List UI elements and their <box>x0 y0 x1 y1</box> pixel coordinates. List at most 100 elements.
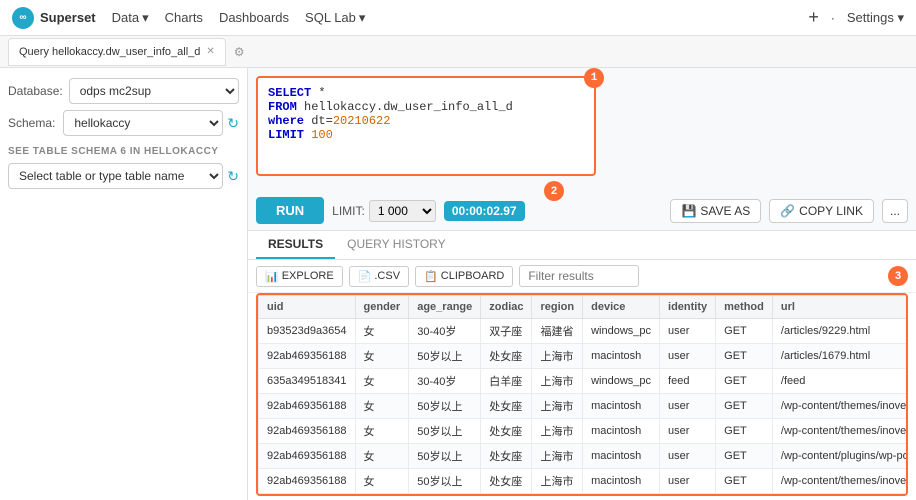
table-cell-0-1: 女 <box>355 319 409 344</box>
table-cell-6-1: 女 <box>355 469 409 494</box>
table-cell-5-0: 92ab469356188 <box>259 444 356 469</box>
table-col-url: url <box>772 296 906 319</box>
logo-text: Superset <box>40 10 96 25</box>
csv-icon: 📄 <box>358 270 372 283</box>
query-tab[interactable]: Query hellokaccy.dw_user_info_all_d ✕ <box>8 38 226 66</box>
tab-label: Query hellokaccy.dw_user_info_all_d <box>19 46 200 58</box>
table-row: 92ab469356188女50岁以上处女座上海市macintoshuserGE… <box>259 469 907 494</box>
table-cell-1-2: 50岁以上 <box>409 344 481 369</box>
table-cell-1-3: 处女座 <box>481 344 532 369</box>
limit-select[interactable]: 1 000 10 000 <box>369 200 436 222</box>
table-cell-1-6: user <box>660 344 716 369</box>
table-cell-1-5: macintosh <box>583 344 660 369</box>
copy-link-button[interactable]: 🔗 COPY LINK <box>769 199 874 223</box>
clipboard-icon: 📋 <box>424 270 438 283</box>
table-cell-3-1: 女 <box>355 394 409 419</box>
table-refresh-icon[interactable]: ↻ <box>227 168 239 185</box>
results-table-outline: uidgenderage_rangezodiacregiondeviceiden… <box>256 293 908 496</box>
more-button[interactable]: ... <box>882 199 908 223</box>
table-cell-3-8: /wp-content/themes/inove/style.css <box>772 394 906 419</box>
csv-button[interactable]: 📄 .CSV <box>349 266 409 287</box>
table-cell-2-8: /feed <box>772 369 906 394</box>
table-cell-3-0: 92ab469356188 <box>259 394 356 419</box>
chevron-down-icon: ▾ <box>142 10 149 26</box>
step-badge-3: 3 <box>888 266 908 286</box>
table-cell-0-6: user <box>660 319 716 344</box>
table-row: 92ab469356188女50岁以上处女座上海市macintoshuserGE… <box>259 444 907 469</box>
save-icon: 💾 <box>681 204 696 218</box>
run-button[interactable]: RUN <box>256 197 324 224</box>
table-row: b93523d9a3654女30-40岁双子座福建省windows_pcuser… <box>259 319 907 344</box>
sql-editor[interactable]: SELECT * FROM hellokaccy.dw_user_info_al… <box>256 76 596 176</box>
table-cell-4-6: user <box>660 419 716 444</box>
table-cell-3-5: macintosh <box>583 394 660 419</box>
table-select[interactable]: Select table or type table name <box>8 163 223 189</box>
table-col-age_range: age_range <box>409 296 481 319</box>
table-cell-7-4: 上海市 <box>532 494 583 497</box>
nav-charts[interactable]: Charts <box>165 10 203 25</box>
table-cell-0-8: /articles/9229.html <box>772 319 906 344</box>
explore-button[interactable]: 📊 EXPLORE <box>256 266 343 287</box>
table-col-gender: gender <box>355 296 409 319</box>
chevron-down-icon: ▾ <box>897 10 904 25</box>
step-badge-2: 2 <box>544 181 564 201</box>
schema-refresh-icon[interactable]: ↻ <box>227 115 239 132</box>
db-label: Database: <box>8 84 63 98</box>
table-cell-5-6: user <box>660 444 716 469</box>
tab-gear-icon[interactable]: ⚙ <box>234 45 245 59</box>
table-cell-5-2: 50岁以上 <box>409 444 481 469</box>
table-cell-1-4: 上海市 <box>532 344 583 369</box>
chevron-down-icon: ▾ <box>359 10 366 26</box>
table-cell-2-2: 30-40岁 <box>409 369 481 394</box>
table-cell-7-3: 处女座 <box>481 494 532 497</box>
table-cell-4-8: /wp-content/themes/inove/chinese.css <box>772 419 906 444</box>
table-cell-2-7: GET <box>716 369 773 394</box>
nav-sqllab[interactable]: SQL Lab ▾ <box>305 10 365 26</box>
table-cell-6-6: user <box>660 469 716 494</box>
table-cell-6-2: 50岁以上 <box>409 469 481 494</box>
chart-icon: 📊 <box>265 270 279 283</box>
table-cell-2-6: feed <box>660 369 716 394</box>
step-badge-1: 1 <box>584 68 604 88</box>
nav-dashboards[interactable]: Dashboards <box>219 10 289 25</box>
table-col-method: method <box>716 296 773 319</box>
table-cell-6-8: /wp-content/themes/inove/pagenavi-css.c.… <box>772 469 906 494</box>
table-cell-4-0: 92ab469356188 <box>259 419 356 444</box>
table-cell-0-3: 双子座 <box>481 319 532 344</box>
tab-close-icon[interactable]: ✕ <box>206 46 214 57</box>
plus-button[interactable]: + <box>808 7 819 28</box>
table-cell-7-2: 50岁以上 <box>409 494 481 497</box>
settings-button[interactable]: Settings ▾ <box>847 10 904 26</box>
table-cell-4-3: 处女座 <box>481 419 532 444</box>
main-layout: Database: odps mc2sup Schema: hellokaccy… <box>0 68 916 500</box>
nav-data[interactable]: Data ▾ <box>112 10 149 26</box>
table-cell-5-8: /wp-content/plugins/wp-postratings/postr… <box>772 444 906 469</box>
table-cell-4-4: 上海市 <box>532 419 583 444</box>
table-row: 92ab469356188女50岁以上处女座上海市macintoshuserGE… <box>259 344 907 369</box>
table-col-zodiac: zodiac <box>481 296 532 319</box>
schema-select[interactable]: hellokaccy <box>63 110 223 136</box>
clipboard-button[interactable]: 📋 CLIPBOARD <box>415 266 513 287</box>
filter-input[interactable] <box>519 265 639 287</box>
table-cell-6-7: GET <box>716 469 773 494</box>
table-cell-3-7: GET <box>716 394 773 419</box>
save-as-button[interactable]: 💾 SAVE AS <box>670 199 761 223</box>
table-cell-3-4: 上海市 <box>532 394 583 419</box>
tab-results[interactable]: RESULTS <box>256 231 335 259</box>
database-select[interactable]: odps mc2sup <box>69 78 239 104</box>
table-cell-7-8: /wp-content/plugins/google-syntax-highlc… <box>772 494 906 497</box>
results-area: RESULTS QUERY HISTORY 📊 EXPLORE 📄 .CSV 📋… <box>248 230 916 500</box>
table-cell-5-7: GET <box>716 444 773 469</box>
table-cell-0-7: GET <box>716 319 773 344</box>
table-row: 92ab469356188女50岁以上处女座上海市macintoshuserGE… <box>259 419 907 444</box>
table-col-device: device <box>583 296 660 319</box>
tab-query-history[interactable]: QUERY HISTORY <box>335 231 457 259</box>
table-cell-1-0: 92ab469356188 <box>259 344 356 369</box>
table-cell-7-0: 92ab469356188 <box>259 494 356 497</box>
table-cell-5-3: 处女座 <box>481 444 532 469</box>
table-cell-7-6: user <box>660 494 716 497</box>
table-cell-3-6: user <box>660 394 716 419</box>
table-cell-0-5: windows_pc <box>583 319 660 344</box>
table-cell-2-1: 女 <box>355 369 409 394</box>
results-toolbar: 📊 EXPLORE 📄 .CSV 📋 CLIPBOARD 3 <box>248 260 916 293</box>
